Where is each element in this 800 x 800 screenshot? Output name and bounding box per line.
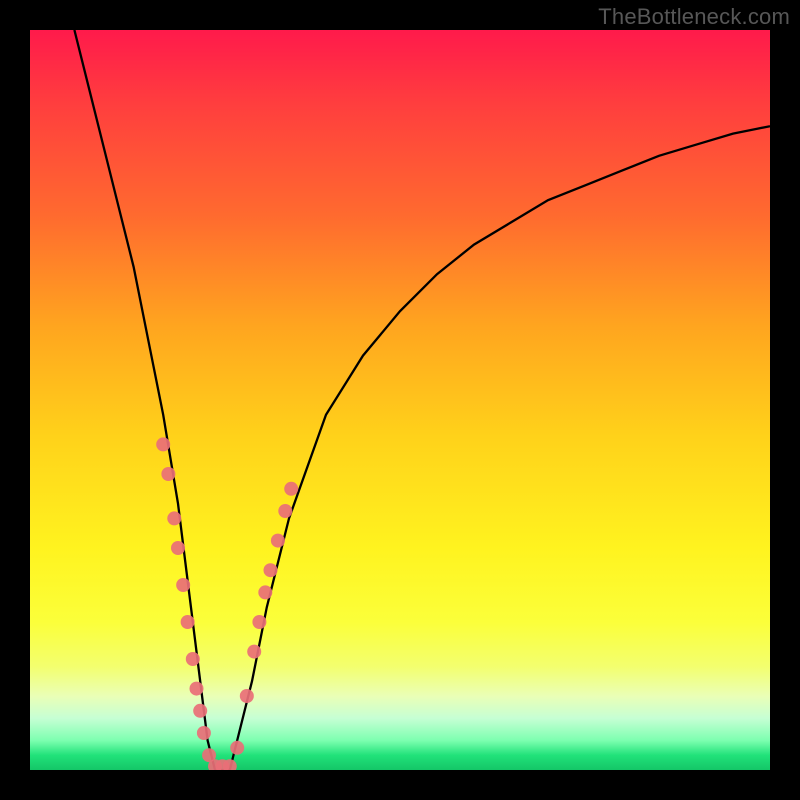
data-marker — [271, 534, 285, 548]
data-marker — [156, 437, 170, 451]
curve-svg — [30, 30, 770, 770]
data-marker — [197, 726, 211, 740]
data-marker — [284, 482, 298, 496]
data-marker — [167, 511, 181, 525]
data-marker — [278, 504, 292, 518]
data-marker — [171, 541, 185, 555]
marker-group — [156, 437, 298, 770]
data-marker — [181, 615, 195, 629]
data-marker — [193, 704, 207, 718]
data-marker — [258, 585, 272, 599]
data-marker — [190, 682, 204, 696]
data-marker — [186, 652, 200, 666]
watermark-label: TheBottleneck.com — [598, 4, 790, 30]
data-marker — [230, 741, 244, 755]
data-marker — [264, 563, 278, 577]
data-marker — [176, 578, 190, 592]
chart-frame: TheBottleneck.com — [0, 0, 800, 800]
plot-area — [30, 30, 770, 770]
data-marker — [161, 467, 175, 481]
data-marker — [252, 615, 266, 629]
data-marker — [247, 645, 261, 659]
bottleneck-curve — [74, 30, 770, 770]
data-marker — [240, 689, 254, 703]
